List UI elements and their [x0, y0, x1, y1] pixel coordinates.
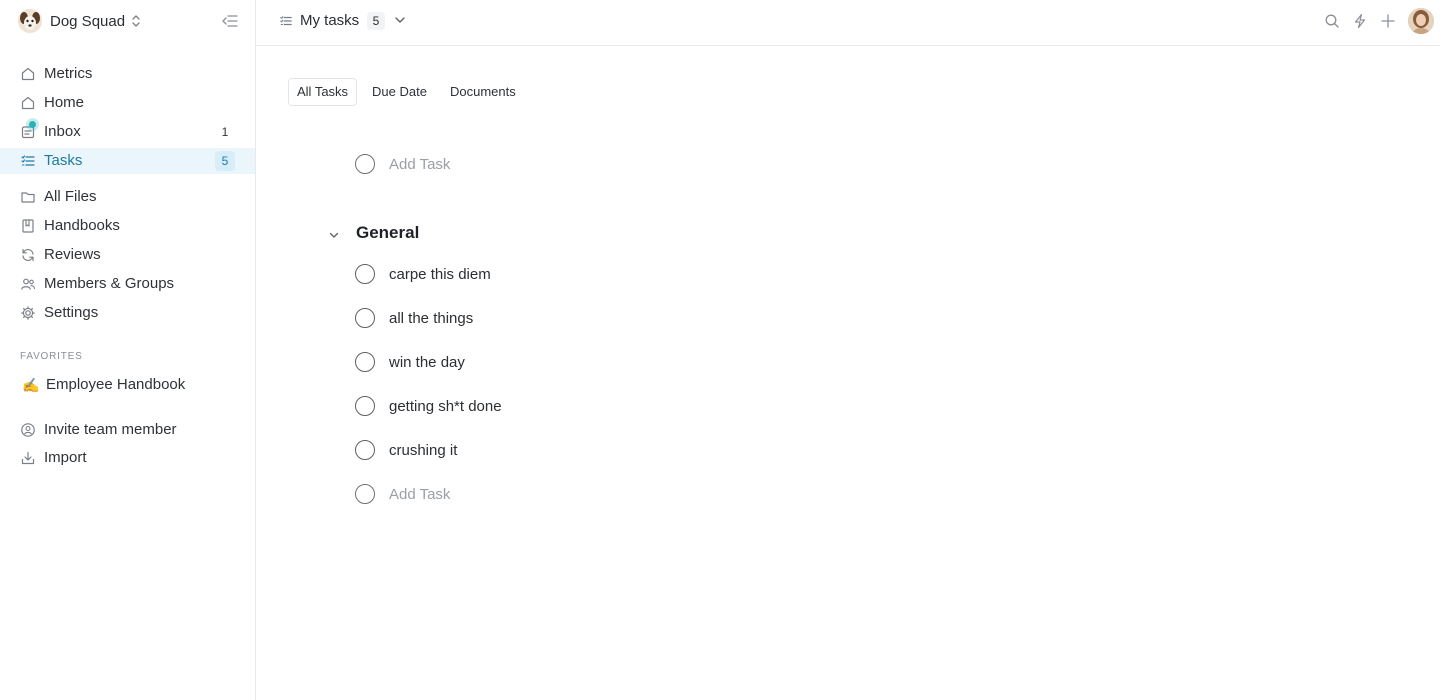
sidebar-item-home[interactable]: Home: [0, 90, 255, 116]
task-title[interactable]: carpe this diem: [389, 266, 491, 283]
task-checkbox[interactable]: [355, 396, 375, 416]
tasks-icon: [279, 14, 293, 28]
sidebar-item-label: Settings: [44, 304, 99, 321]
add-task-row[interactable]: Add Task: [355, 153, 450, 175]
task-row[interactable]: win the day: [355, 351, 465, 373]
task-row[interactable]: crushing it: [355, 439, 457, 461]
sidebar-item-all-files[interactable]: All Files: [0, 184, 255, 210]
page-title: My tasks: [300, 12, 360, 29]
search-icon[interactable]: [1324, 13, 1340, 29]
sidebar-item-label: Inbox: [44, 123, 81, 140]
sidebar-item-label: All Files: [44, 188, 97, 205]
task-checkbox[interactable]: [355, 352, 375, 372]
import-button[interactable]: Import: [0, 445, 255, 471]
sidebar-item-label: Tasks: [44, 152, 83, 169]
task-checkbox[interactable]: [355, 154, 375, 174]
favorites-section-label: FAVORITES: [20, 351, 83, 362]
collapse-sidebar-icon[interactable]: [221, 12, 239, 30]
tab-due-date[interactable]: Due Date: [364, 78, 435, 106]
plus-icon[interactable]: [1380, 13, 1396, 29]
writing-hand-icon: ✍️: [22, 377, 40, 393]
tasks-icon: [20, 153, 36, 169]
folder-icon: [20, 189, 36, 205]
add-task-input[interactable]: Add Task: [389, 486, 450, 503]
unread-indicator: [29, 121, 36, 128]
sidebar-item-handbooks[interactable]: Handbooks: [0, 213, 255, 239]
home-icon: [20, 66, 36, 82]
task-row[interactable]: carpe this diem: [355, 263, 491, 285]
task-title[interactable]: crushing it: [389, 442, 457, 459]
task-checkbox[interactable]: [355, 264, 375, 284]
lightning-icon[interactable]: [1352, 13, 1368, 29]
sidebar-item-members-groups[interactable]: Members & Groups: [0, 271, 255, 297]
tasks-count-badge: 5: [215, 151, 235, 171]
workspace-name: Dog Squad: [50, 12, 126, 30]
add-task-row[interactable]: Add Task: [355, 483, 450, 505]
tab-documents[interactable]: Documents: [442, 78, 524, 106]
sidebar-item-tasks[interactable]: Tasks 5: [0, 148, 255, 174]
sidebar: Dog Squad Metrics Home Inbox 1 Tasks 5 A…: [0, 0, 256, 700]
home-icon: [20, 95, 36, 111]
task-row[interactable]: all the things: [355, 307, 473, 329]
chevron-updown-icon: [131, 14, 141, 28]
chevron-down-icon[interactable]: [394, 14, 406, 26]
sidebar-item-settings[interactable]: Settings: [0, 300, 255, 326]
task-checkbox[interactable]: [355, 440, 375, 460]
sidebar-item-reviews[interactable]: Reviews: [0, 242, 255, 268]
add-task-input[interactable]: Add Task: [389, 156, 450, 173]
gear-icon: [20, 305, 36, 321]
inbox-count-badge: 1: [215, 122, 235, 142]
sidebar-item-label: Reviews: [44, 246, 101, 263]
favorite-employee-handbook[interactable]: ✍️ Employee Handbook: [0, 372, 255, 398]
task-row[interactable]: getting sh*t done: [355, 395, 502, 417]
task-title[interactable]: getting sh*t done: [389, 398, 502, 415]
task-checkbox[interactable]: [355, 484, 375, 504]
sidebar-item-label: Invite team member: [44, 421, 177, 438]
workspace-avatar: [18, 9, 42, 33]
sidebar-item-label: Handbooks: [44, 217, 120, 234]
users-icon: [20, 276, 36, 292]
workspace-switcher[interactable]: Dog Squad: [18, 9, 141, 33]
chevron-down-icon[interactable]: [328, 229, 340, 241]
sidebar-item-metrics[interactable]: Metrics: [0, 61, 255, 87]
invite-user-icon: [20, 422, 36, 438]
task-title[interactable]: all the things: [389, 310, 473, 327]
tab-all-tasks[interactable]: All Tasks: [288, 78, 358, 106]
invite-team-member-button[interactable]: Invite team member: [0, 417, 255, 443]
import-icon: [20, 450, 36, 466]
sidebar-item-inbox[interactable]: Inbox 1: [0, 119, 255, 145]
sidebar-item-label: Home: [44, 94, 85, 111]
task-title[interactable]: win the day: [389, 354, 465, 371]
sidebar-item-label: Members & Groups: [44, 275, 175, 292]
task-checkbox[interactable]: [355, 308, 375, 328]
sidebar-item-label: Metrics: [44, 65, 93, 82]
favorite-label: Employee Handbook: [46, 376, 186, 393]
top-bar: My tasks 5: [256, 0, 1440, 46]
user-avatar[interactable]: [1408, 8, 1434, 34]
refresh-icon: [20, 247, 36, 263]
task-count-badge: 5: [367, 12, 385, 30]
sidebar-item-label: Import: [44, 449, 87, 466]
book-icon: [20, 218, 36, 234]
task-group-title: General: [356, 223, 420, 242]
